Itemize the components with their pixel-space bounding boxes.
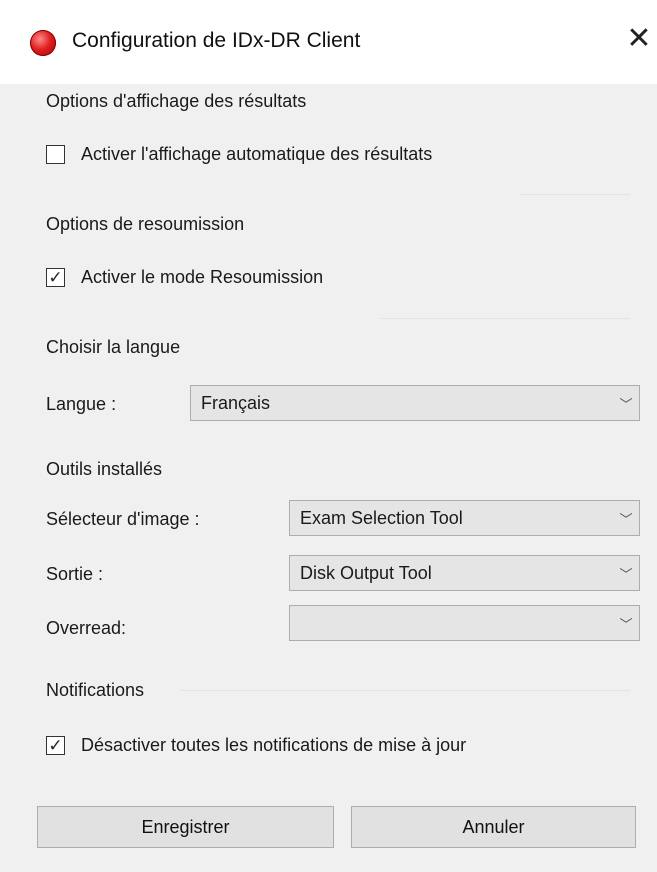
section-title-tools: Outils installés	[46, 459, 163, 479]
image-selector-select[interactable]: Exam Selection Tool ﹀	[289, 500, 640, 536]
image-selector-value: Exam Selection Tool	[300, 507, 463, 528]
check-icon: ✓	[48, 267, 63, 287]
disable-updates-label: Désactiver toutes les notifications de m…	[81, 734, 467, 755]
language-select-value: Français	[201, 392, 271, 413]
output-value: Disk Output Tool	[300, 562, 432, 583]
separator	[380, 318, 630, 319]
output-select[interactable]: Disk Output Tool ﹀	[289, 555, 640, 591]
check-icon: ✓	[48, 735, 63, 755]
title-bar: Configuration de IDx-DR Client ✕	[0, 0, 657, 84]
section-title-resubmission: Options de resoumission	[46, 214, 245, 234]
save-button[interactable]: Enregistrer	[37, 806, 334, 848]
separator	[180, 690, 630, 691]
language-label: Langue :	[46, 394, 117, 414]
chevron-down-icon: ﹀	[619, 566, 633, 582]
language-select[interactable]: Français ﹀	[190, 385, 640, 421]
resubmit-label: Activer le mode Resoumission	[81, 266, 324, 287]
resubmit-checkbox[interactable]: ✓	[46, 267, 65, 287]
output-label: Sortie :	[46, 564, 104, 584]
overread-select[interactable]: ﹀	[289, 605, 640, 641]
section-title-notifications: Notifications	[46, 680, 145, 700]
close-icon: ✕	[626, 22, 652, 55]
overread-label: Overread:	[46, 618, 127, 638]
auto-display-checkbox[interactable]	[46, 144, 65, 164]
section-title-language: Choisir la langue	[46, 337, 181, 357]
app-logo-icon	[30, 30, 56, 56]
separator	[520, 194, 630, 195]
chevron-down-icon: ﹀	[619, 616, 633, 632]
cancel-button[interactable]: Annuler	[351, 806, 636, 848]
window-title: Configuration de IDx-DR Client	[72, 29, 361, 52]
auto-display-label: Activer l'affichage automatique des résu…	[81, 143, 433, 164]
chevron-down-icon: ﹀	[619, 511, 633, 527]
disable-updates-checkbox[interactable]: ✓	[46, 735, 65, 755]
close-button[interactable]: ✕	[622, 22, 656, 56]
image-selector-label: Sélecteur d'image :	[46, 509, 200, 529]
chevron-down-icon: ﹀	[619, 396, 633, 412]
disable-updates-row[interactable]: ✓ Désactiver toutes les notifications de…	[46, 733, 466, 757]
resubmit-row[interactable]: ✓ Activer le mode Resoumission	[46, 265, 323, 289]
section-title-display-options: Options d'affichage des résultats	[46, 91, 307, 111]
auto-display-row[interactable]: Activer l'affichage automatique des résu…	[46, 142, 432, 166]
